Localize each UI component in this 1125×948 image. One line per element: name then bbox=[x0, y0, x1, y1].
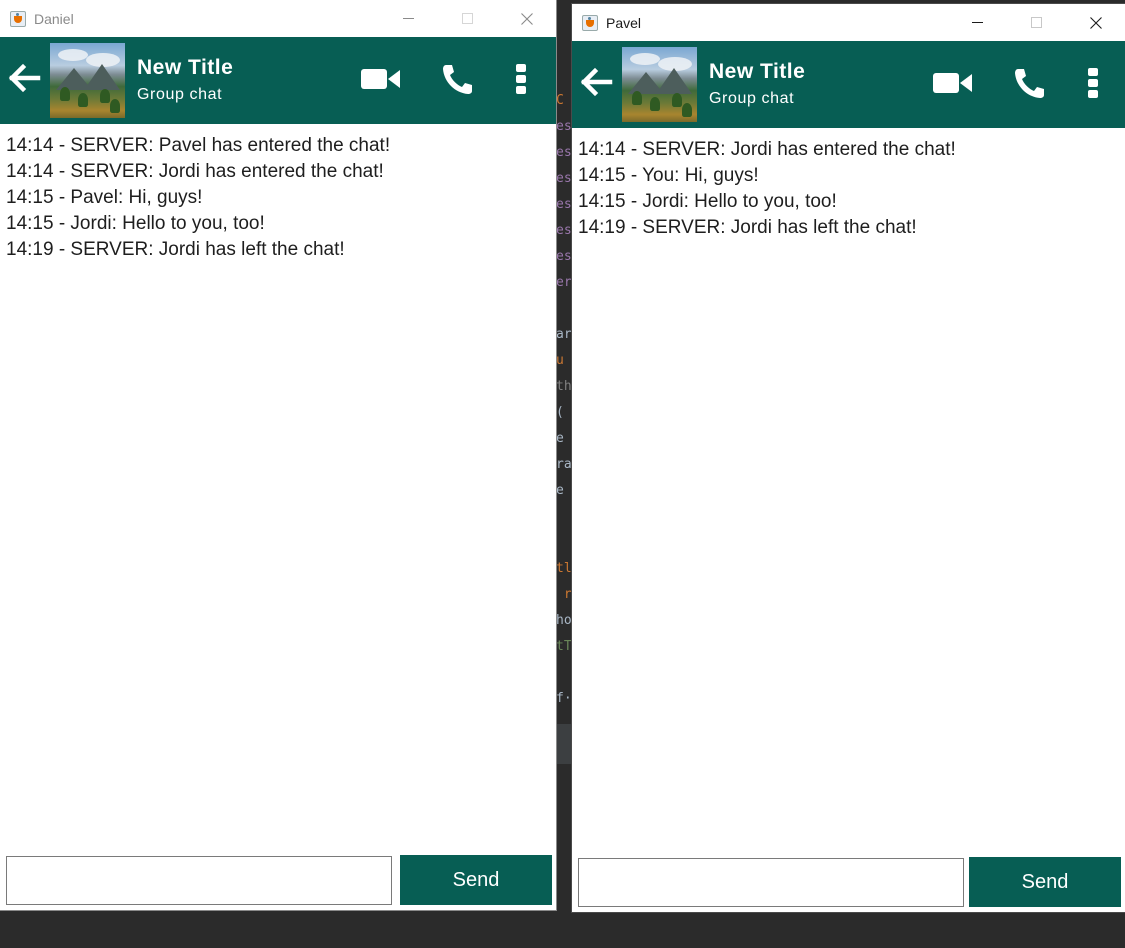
group-avatar[interactable] bbox=[50, 43, 125, 118]
phone-call-icon bbox=[1015, 69, 1044, 98]
title-bar[interactable]: Pavel bbox=[572, 4, 1125, 41]
message-item: 14:19 - SERVER: Jordi has left the chat! bbox=[6, 239, 345, 260]
java-app-icon bbox=[10, 10, 26, 27]
close-button[interactable] bbox=[497, 0, 556, 37]
back-arrow-icon bbox=[8, 63, 41, 93]
close-icon bbox=[1089, 16, 1102, 29]
back-arrow-icon bbox=[580, 67, 613, 97]
message-input[interactable] bbox=[578, 858, 964, 907]
message-item: 14:19 - SERVER: Jordi has left the chat! bbox=[578, 217, 917, 238]
message-item: 14:15 - Jordi: Hello to you, too! bbox=[6, 213, 265, 234]
maximize-button[interactable] bbox=[1007, 4, 1066, 41]
window-title: Pavel bbox=[606, 14, 642, 31]
maximize-button[interactable] bbox=[438, 0, 497, 37]
message-item: 14:15 - You: Hi, guys! bbox=[578, 165, 759, 186]
more-options-button[interactable] bbox=[510, 61, 532, 97]
video-call-button[interactable] bbox=[360, 66, 402, 92]
chat-window-pavel: Pavel New Title Group chat 14:14 - SERVE… bbox=[572, 4, 1125, 912]
minimize-button[interactable] bbox=[379, 0, 438, 37]
phone-call-icon bbox=[443, 65, 472, 94]
window-title: Daniel bbox=[34, 10, 74, 27]
more-options-icon bbox=[516, 64, 526, 94]
chat-subtitle: Group chat bbox=[137, 86, 223, 103]
close-icon bbox=[520, 12, 533, 25]
message-item: 14:14 - SERVER: Pavel has entered the ch… bbox=[6, 135, 391, 156]
chat-window-daniel: Daniel New Title Group chat 14:14 - SERV… bbox=[0, 0, 556, 910]
close-button[interactable] bbox=[1066, 4, 1125, 41]
message-item: 14:14 - SERVER: Jordi has entered the ch… bbox=[6, 161, 384, 182]
title-bar[interactable]: Daniel bbox=[0, 0, 556, 37]
group-avatar[interactable] bbox=[622, 47, 697, 122]
chat-header: New Title Group chat bbox=[0, 37, 556, 124]
send-button[interactable]: Send bbox=[969, 857, 1121, 907]
more-options-button[interactable] bbox=[1082, 65, 1104, 101]
back-button[interactable] bbox=[8, 61, 42, 95]
send-button[interactable]: Send bbox=[400, 855, 552, 905]
message-item: 14:15 - Pavel: Hi, guys! bbox=[6, 187, 203, 208]
minimize-button[interactable] bbox=[948, 4, 1007, 41]
message-list[interactable]: 14:14 - SERVER: Pavel has entered the ch… bbox=[0, 124, 556, 264]
compose-bar: Send bbox=[6, 855, 552, 905]
voice-call-button[interactable] bbox=[440, 62, 476, 96]
message-item: 14:15 - Jordi: Hello to you, too! bbox=[578, 191, 837, 212]
message-list[interactable]: 14:14 - SERVER: Jordi has entered the ch… bbox=[572, 128, 1125, 242]
back-button[interactable] bbox=[580, 65, 614, 99]
video-call-icon bbox=[361, 69, 400, 89]
compose-bar: Send bbox=[578, 857, 1121, 907]
chat-subtitle: Group chat bbox=[709, 90, 795, 107]
chat-header: New Title Group chat bbox=[572, 41, 1125, 128]
message-input[interactable] bbox=[6, 856, 392, 905]
background-code-editor: Ceseseseseseser aruth(erae tl rhotT f· e… bbox=[556, 0, 572, 948]
more-options-icon bbox=[1088, 68, 1098, 98]
java-app-icon bbox=[582, 14, 598, 31]
voice-call-button[interactable] bbox=[1012, 66, 1048, 100]
video-call-icon bbox=[933, 73, 972, 93]
video-call-button[interactable] bbox=[932, 70, 974, 96]
chat-title: New Title bbox=[137, 56, 234, 79]
message-item: 14:14 - SERVER: Jordi has entered the ch… bbox=[578, 139, 956, 160]
chat-title: New Title bbox=[709, 60, 806, 83]
